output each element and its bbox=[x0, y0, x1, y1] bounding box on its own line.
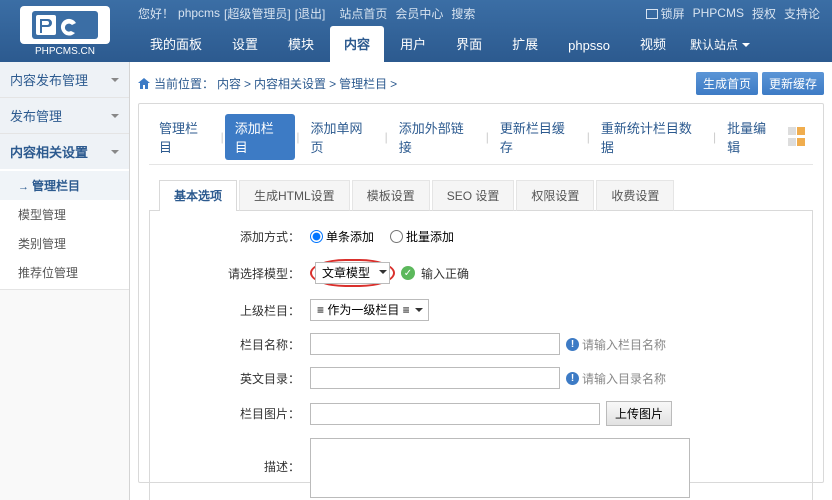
nav-video[interactable]: 视频 bbox=[626, 26, 680, 62]
tab-basic[interactable]: 基本选项 bbox=[159, 180, 237, 211]
tab-template[interactable]: 模板设置 bbox=[352, 180, 430, 211]
model-label: 请选择模型： bbox=[160, 265, 310, 282]
nav-settings[interactable]: 设置 bbox=[218, 26, 272, 62]
add-method-label: 添加方式： bbox=[160, 228, 310, 245]
directory-input[interactable] bbox=[310, 367, 560, 389]
tab-seo[interactable]: SEO 设置 bbox=[432, 180, 515, 211]
nav-phpsso[interactable]: phpsso bbox=[554, 30, 624, 62]
nav-modules[interactable]: 模块 bbox=[274, 26, 328, 62]
nav-extend[interactable]: 扩展 bbox=[498, 26, 552, 62]
upload-image-button[interactable]: 上传图片 bbox=[606, 401, 672, 426]
tab-permission[interactable]: 权限设置 bbox=[516, 180, 594, 211]
nav-content[interactable]: 内容 bbox=[330, 26, 384, 62]
sidebar-item-type-manage[interactable]: 类别管理 bbox=[0, 229, 129, 258]
site-home-link[interactable]: 站点首页 bbox=[339, 5, 387, 22]
sub-nav: 管理栏目| 添加栏目| 添加单网页| 添加外部链接| 更新栏目缓存| 重新统计栏… bbox=[149, 114, 813, 165]
subnav-add-category[interactable]: 添加栏目 bbox=[225, 114, 296, 160]
auth-link[interactable]: 授权 bbox=[752, 5, 776, 22]
layout-indicator[interactable] bbox=[788, 127, 813, 147]
subnav-add-page[interactable]: 添加单网页 bbox=[300, 114, 383, 160]
check-icon: ✓ bbox=[401, 266, 415, 280]
logout-link[interactable]: [退出] bbox=[295, 5, 326, 22]
subnav-manage[interactable]: 管理栏目 bbox=[149, 114, 220, 160]
add-single-radio[interactable]: 单条添加 bbox=[310, 228, 374, 245]
main-panel: 当前位置： 内容 > 内容相关设置 > 管理栏目 > 生成首页 更新缓存 管理栏… bbox=[130, 62, 832, 500]
category-form: 添加方式： 单条添加 批量添加 请选择模型： 文章模型 ✓ 输入正确 上级栏目： bbox=[149, 211, 813, 500]
sidebar-item-model-manage[interactable]: 模型管理 bbox=[0, 200, 129, 229]
header: PHPCMS.CN 您好！ phpcms [超级管理员] [退出] 站点首页 会… bbox=[0, 0, 832, 62]
nav-ui[interactable]: 界面 bbox=[442, 26, 496, 62]
username-link[interactable]: phpcms bbox=[178, 6, 220, 20]
sidebar-section-publish[interactable]: 内容发布管理 bbox=[0, 62, 129, 97]
sidebar-section-release[interactable]: 发布管理 bbox=[0, 98, 129, 133]
brand-text: PHPCMS.CN bbox=[35, 46, 95, 57]
chevron-down-icon bbox=[111, 78, 119, 86]
crumb-settings[interactable]: 内容相关设置 bbox=[254, 75, 326, 92]
subnav-batch-edit[interactable]: 批量编辑 bbox=[717, 114, 788, 160]
main-nav: 我的面板 设置 模块 内容 用户 界面 扩展 phpsso 视频 默认站点 bbox=[130, 26, 832, 62]
subnav-recount[interactable]: 重新统计栏目数据 bbox=[591, 114, 712, 160]
crumb-manage[interactable]: 管理栏目 bbox=[339, 75, 387, 92]
desc-label: 描述： bbox=[160, 438, 310, 475]
member-center-link[interactable]: 会员中心 bbox=[395, 5, 443, 22]
image-path-input[interactable] bbox=[310, 403, 600, 425]
phpcms-link[interactable]: PHPCMS bbox=[693, 6, 744, 20]
subnav-update-cache[interactable]: 更新栏目缓存 bbox=[490, 114, 586, 160]
info-icon: ! bbox=[566, 338, 579, 351]
image-label: 栏目图片： bbox=[160, 405, 310, 422]
nav-panel[interactable]: 我的面板 bbox=[136, 26, 216, 62]
category-name-input[interactable] bbox=[310, 333, 560, 355]
model-select[interactable]: 文章模型 bbox=[315, 262, 390, 284]
generate-home-button[interactable]: 生成首页 bbox=[696, 72, 758, 95]
sidebar: 内容发布管理 发布管理 内容相关设置 管理栏目 模型管理 类别管理 推荐位管理 bbox=[0, 62, 130, 500]
home-icon bbox=[138, 78, 150, 89]
lock-screen-link[interactable]: 锁屏 bbox=[646, 5, 685, 22]
header-top-bar: 您好！ phpcms [超级管理员] [退出] 站点首页 会员中心 搜索 锁屏 … bbox=[130, 0, 832, 26]
crumb-content[interactable]: 内容 bbox=[217, 75, 241, 92]
parent-select[interactable]: ≡ 作为一级栏目 ≡ bbox=[310, 299, 429, 321]
site-selector[interactable]: 默认站点 bbox=[682, 28, 758, 62]
update-cache-button[interactable]: 更新缓存 bbox=[762, 72, 824, 95]
add-batch-radio[interactable]: 批量添加 bbox=[390, 228, 454, 245]
description-textarea[interactable] bbox=[310, 438, 690, 498]
dir-label: 英文目录： bbox=[160, 370, 310, 387]
subnav-add-link[interactable]: 添加外部链接 bbox=[389, 114, 485, 160]
sidebar-item-position-manage[interactable]: 推荐位管理 bbox=[0, 258, 129, 287]
nav-users[interactable]: 用户 bbox=[386, 26, 440, 62]
sidebar-item-manage-category[interactable]: 管理栏目 bbox=[0, 171, 129, 200]
name-label: 栏目名称： bbox=[160, 336, 310, 353]
screen-icon bbox=[646, 9, 658, 19]
tab-charge[interactable]: 收费设置 bbox=[596, 180, 674, 211]
search-link[interactable]: 搜索 bbox=[451, 5, 475, 22]
chevron-down-icon bbox=[111, 114, 119, 122]
logo[interactable]: PHPCMS.CN bbox=[0, 0, 130, 62]
info-icon: ! bbox=[566, 372, 579, 385]
logo-icon bbox=[30, 9, 100, 41]
form-tabs: 基本选项 生成HTML设置 模板设置 SEO 设置 权限设置 收费设置 bbox=[149, 179, 813, 211]
tab-html[interactable]: 生成HTML设置 bbox=[239, 180, 350, 211]
parent-label: 上级栏目： bbox=[160, 302, 310, 319]
chevron-down-icon bbox=[111, 150, 119, 158]
breadcrumb: 当前位置： 内容 > 内容相关设置 > 管理栏目 > 生成首页 更新缓存 bbox=[138, 68, 824, 103]
support-link[interactable]: 支持论 bbox=[784, 5, 820, 22]
sidebar-section-content-settings[interactable]: 内容相关设置 bbox=[0, 134, 129, 169]
